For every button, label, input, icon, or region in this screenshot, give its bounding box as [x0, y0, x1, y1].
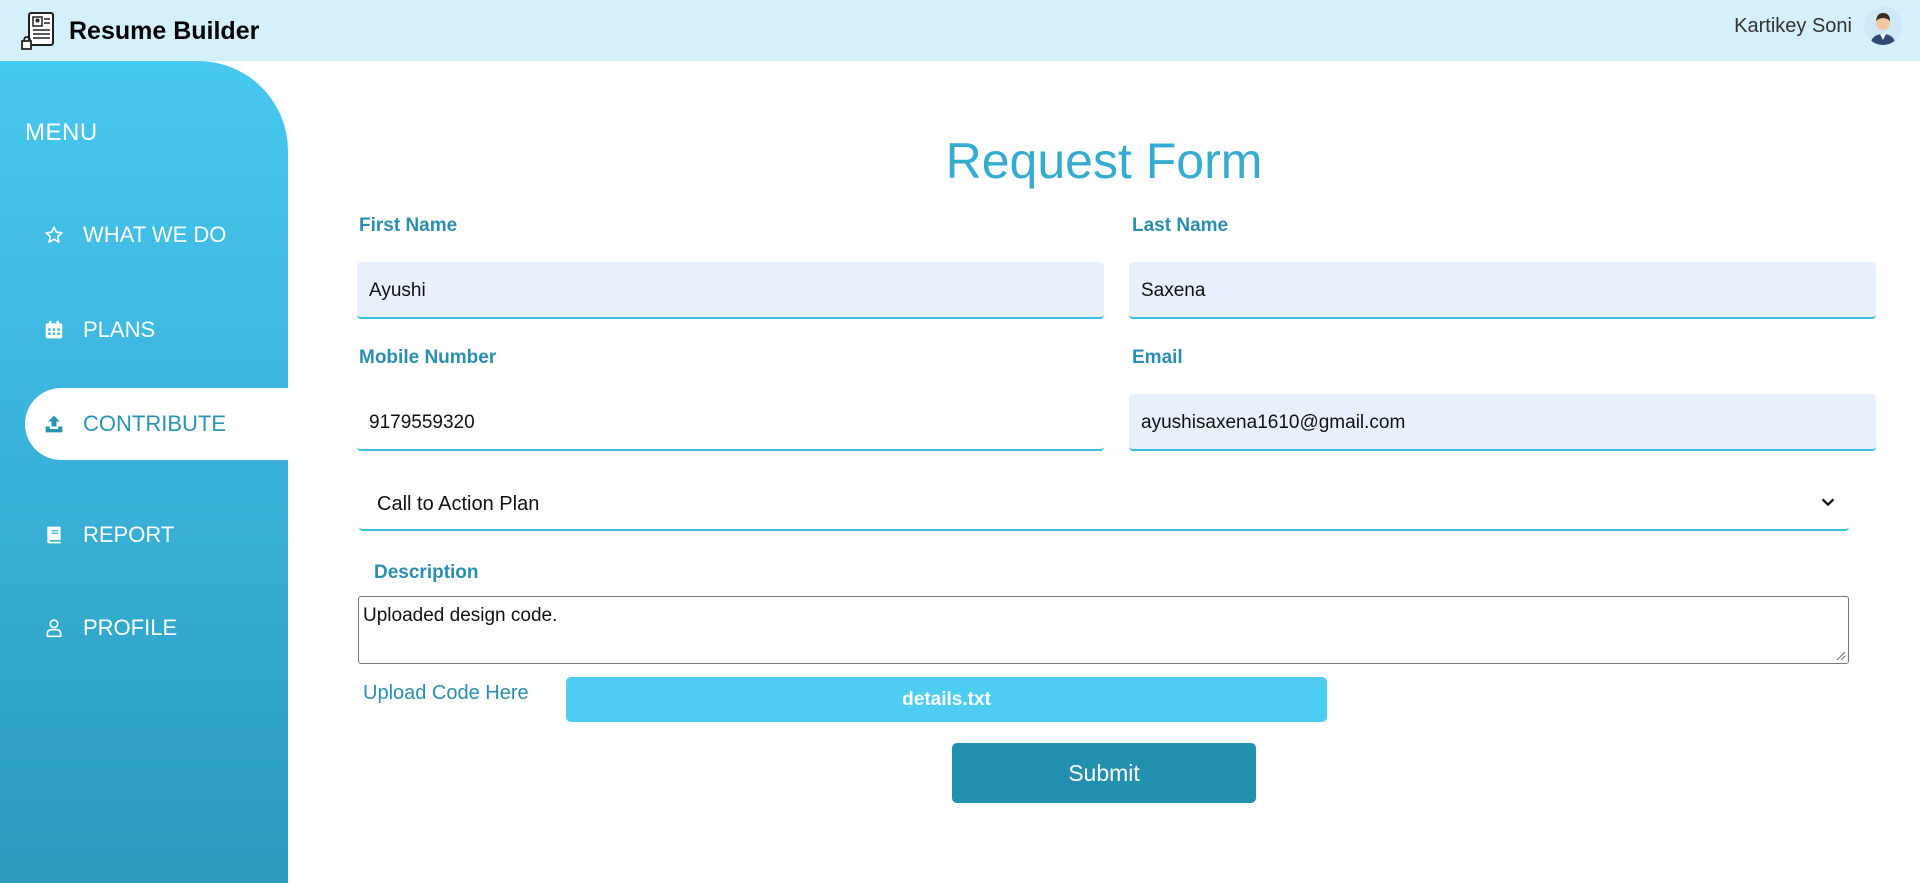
description-text: Uploaded design code. [363, 605, 558, 626]
calendar-icon [41, 317, 67, 343]
resize-grip-icon[interactable] [1836, 651, 1846, 661]
last-name-field[interactable]: Saxena [1129, 262, 1876, 319]
sidebar-item-contribute[interactable]: CONTRIBUTE [25, 388, 288, 460]
sidebar-item-label: REPORT [83, 522, 175, 547]
chevron-down-icon [1821, 498, 1835, 507]
email-field[interactable]: ayushisaxena1610@gmail.com [1129, 394, 1876, 451]
plan-select-value: Call to Action Plan [377, 492, 540, 515]
description-textarea[interactable]: Uploaded design code. [358, 596, 1849, 664]
first-name-field[interactable]: Ayushi [357, 262, 1104, 319]
mobile-number-label: Mobile Number [359, 347, 497, 368]
book-icon [41, 522, 67, 548]
user-menu[interactable]: Kartikey Soni [1734, 7, 1902, 45]
user-name: Kartikey Soni [1734, 14, 1852, 37]
page-title: Request Form [945, 133, 1263, 189]
brand[interactable]: Resume Builder [20, 11, 259, 51]
upload-icon [41, 411, 67, 437]
sidebar-item-what-we-do[interactable]: WHAT WE DO [25, 199, 288, 271]
description-label: Description [374, 562, 479, 583]
sidebar-item-plans[interactable]: PLANS [25, 294, 288, 366]
menu-title: MENU [25, 119, 98, 146]
sidebar-item-label: CONTRIBUTE [83, 411, 226, 436]
email-label: Email [1132, 347, 1183, 368]
sidebar-item-label: PROFILE [83, 615, 178, 640]
submit-button[interactable]: Submit [952, 743, 1256, 803]
plan-select[interactable]: Call to Action Plan [359, 479, 1849, 531]
first-name-label: First Name [359, 215, 458, 236]
upload-label: Upload Code Here [363, 682, 529, 704]
avatar[interactable] [1864, 7, 1902, 45]
mobile-number-field[interactable]: 9179559320 [357, 394, 1104, 451]
sidebar-item-label: PLANS [83, 317, 156, 342]
sidebar-item-report[interactable]: REPORT [25, 499, 288, 571]
sidebar: MENU WHAT WE DO PLANS CONTRIBUTE REPORT … [0, 61, 288, 883]
file-upload-button[interactable]: details.txt [566, 677, 1327, 722]
avatar-icon [1864, 7, 1902, 45]
resume-logo-icon [21, 12, 54, 50]
star-icon [41, 222, 67, 248]
sidebar-item-profile[interactable]: PROFILE [25, 592, 288, 664]
user-icon [41, 615, 67, 641]
brand-title: Resume Builder [69, 16, 260, 45]
last-name-label: Last Name [1132, 215, 1229, 236]
top-header: Resume Builder Kartikey Soni [0, 0, 1920, 61]
sidebar-item-label: WHAT WE DO [83, 222, 227, 247]
